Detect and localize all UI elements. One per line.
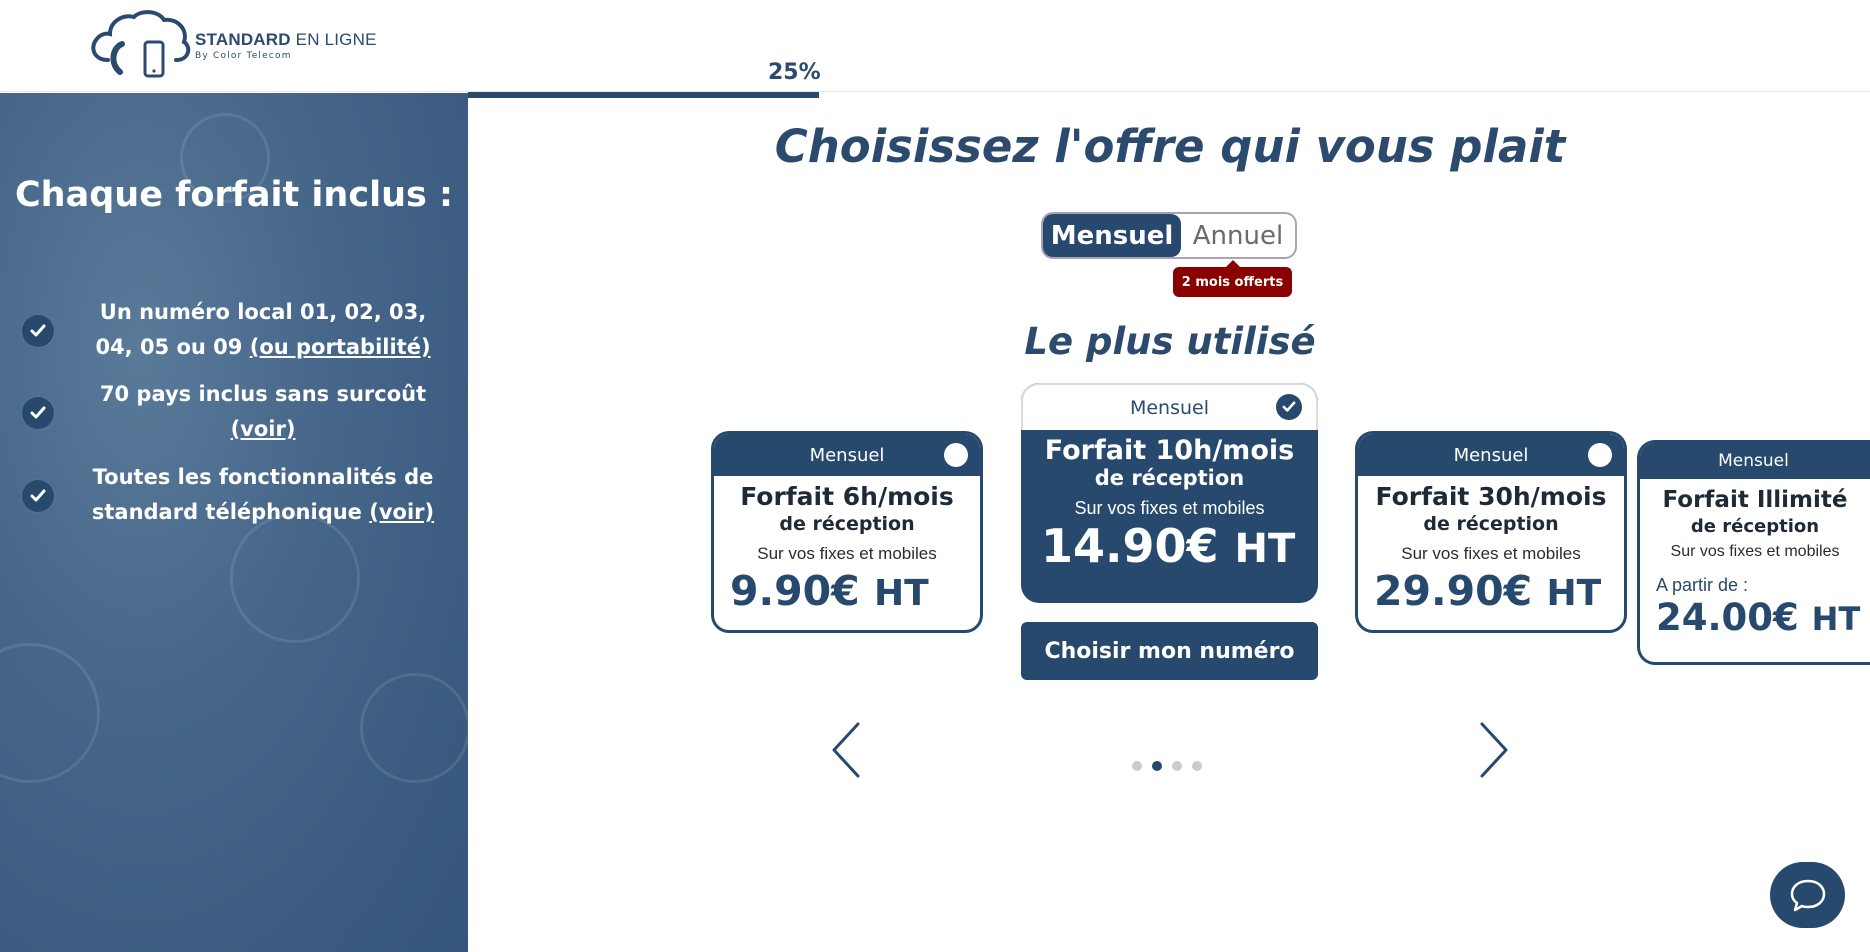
brand-name-light: EN LIGNE <box>290 30 377 49</box>
page-title: Choisissez l'offre qui vous plait <box>774 120 1566 173</box>
check-icon <box>22 480 54 512</box>
radio-unselected-icon[interactable] <box>1588 443 1612 467</box>
plan-name: Forfait 10h/mois <box>1044 435 1295 466</box>
radio-unselected-icon[interactable] <box>944 443 968 467</box>
chat-button[interactable] <box>1770 862 1845 928</box>
plan-price: 24.00€ HT <box>1656 596 1861 639</box>
plan-price: 14.90€ HT <box>1041 519 1296 573</box>
plan-subname: de réception <box>1690 516 1820 537</box>
plan-card-header: Mensuel <box>1021 383 1318 430</box>
plan-from-label: A partir de : <box>1656 575 1749 595</box>
plan-period: Mensuel <box>1129 396 1210 419</box>
plan-note: Sur vos fixes et mobiles <box>1670 543 1840 560</box>
perk-text: 70 pays inclus sans surcoût (voir) <box>99 382 427 441</box>
carousel-dot[interactable] <box>1192 761 1202 771</box>
plan-subname: de réception <box>779 513 915 535</box>
features-link[interactable]: (voir) <box>369 500 434 524</box>
plan-period: Mensuel <box>1453 444 1529 466</box>
chevron-left-icon[interactable] <box>828 720 868 780</box>
progress-label: 25% <box>768 60 821 85</box>
chevron-right-icon[interactable] <box>1472 720 1512 780</box>
header: STANDARD EN LIGNE By Color Telecom 25% <box>0 0 1870 92</box>
brand-subtitle: By Color Telecom <box>195 51 292 61</box>
carousel-dot[interactable] <box>1132 761 1142 771</box>
sidebar: Chaque forfait inclus : Un numéro local … <box>0 93 468 952</box>
plan-card-unlimited[interactable]: Mensuel Forfait Illimité de réception Su… <box>1637 440 1870 665</box>
toggle-yearly[interactable]: Annuel <box>1181 214 1295 257</box>
countries-link[interactable]: (voir) <box>231 417 296 441</box>
carousel-dot[interactable] <box>1172 761 1182 771</box>
choose-number-button[interactable]: Choisir mon numéro <box>1021 622 1318 680</box>
portability-link[interactable]: (ou portabilité) <box>250 335 431 359</box>
plan-name: Forfait 6h/mois <box>740 482 954 511</box>
brand-name-bold: STANDARD <box>195 30 291 49</box>
plan-card-6h[interactable]: Mensuel Forfait 6h/mois de réception Sur… <box>711 431 983 633</box>
plan-subname: de réception <box>1423 513 1559 535</box>
brand-logo[interactable]: STANDARD EN LIGNE By Color Telecom <box>88 8 408 80</box>
plan-name: Forfait 30h/mois <box>1375 482 1607 511</box>
most-used-heading: Le plus utilisé <box>1024 320 1316 363</box>
plan-note: Sur vos fixes et mobiles <box>1401 544 1581 563</box>
perk-text: Un numéro local 01, 02, 03, 04, 05 ou 09… <box>95 300 431 359</box>
plan-card-30h[interactable]: Mensuel Forfait 30h/mois de réception Su… <box>1355 431 1627 633</box>
carousel-dots <box>1132 761 1202 771</box>
plan-note: Sur vos fixes et mobiles <box>1074 498 1265 518</box>
plan-period: Mensuel <box>1718 451 1789 471</box>
plan-card-10h[interactable]: Mensuel Forfait 10h/mois de réception Su… <box>1021 383 1318 603</box>
sidebar-title: Chaque forfait inclus : <box>15 175 453 215</box>
plan-name: Forfait Illimité <box>1662 487 1848 513</box>
chat-bubble-icon <box>1790 879 1825 912</box>
progress-bar <box>468 92 1870 98</box>
plan-price: 29.90€ HT <box>1374 567 1602 615</box>
plan-price: 9.90€ HT <box>730 567 929 615</box>
carousel-dot[interactable] <box>1152 761 1162 771</box>
plan-period: Mensuel <box>809 444 885 466</box>
progress-fill <box>468 92 819 98</box>
plan-card-header: Mensuel <box>714 434 980 476</box>
check-icon <box>22 397 54 429</box>
check-selected-icon[interactable] <box>1276 394 1302 420</box>
plan-card-header: Mensuel <box>1640 443 1870 479</box>
cloud-phone-logo-icon <box>91 10 191 78</box>
plan-card-header: Mensuel <box>1358 434 1624 476</box>
check-icon <box>22 315 54 347</box>
plan-subname: de réception <box>1094 466 1245 490</box>
billing-toggle[interactable]: Mensuel Annuel <box>1041 212 1297 259</box>
plan-note: Sur vos fixes et mobiles <box>757 544 937 563</box>
toggle-monthly[interactable]: Mensuel <box>1043 214 1181 257</box>
perk-text: Toutes les fonctionnalités de standard t… <box>91 465 435 524</box>
promo-badge: 2 mois offerts <box>1173 260 1292 297</box>
